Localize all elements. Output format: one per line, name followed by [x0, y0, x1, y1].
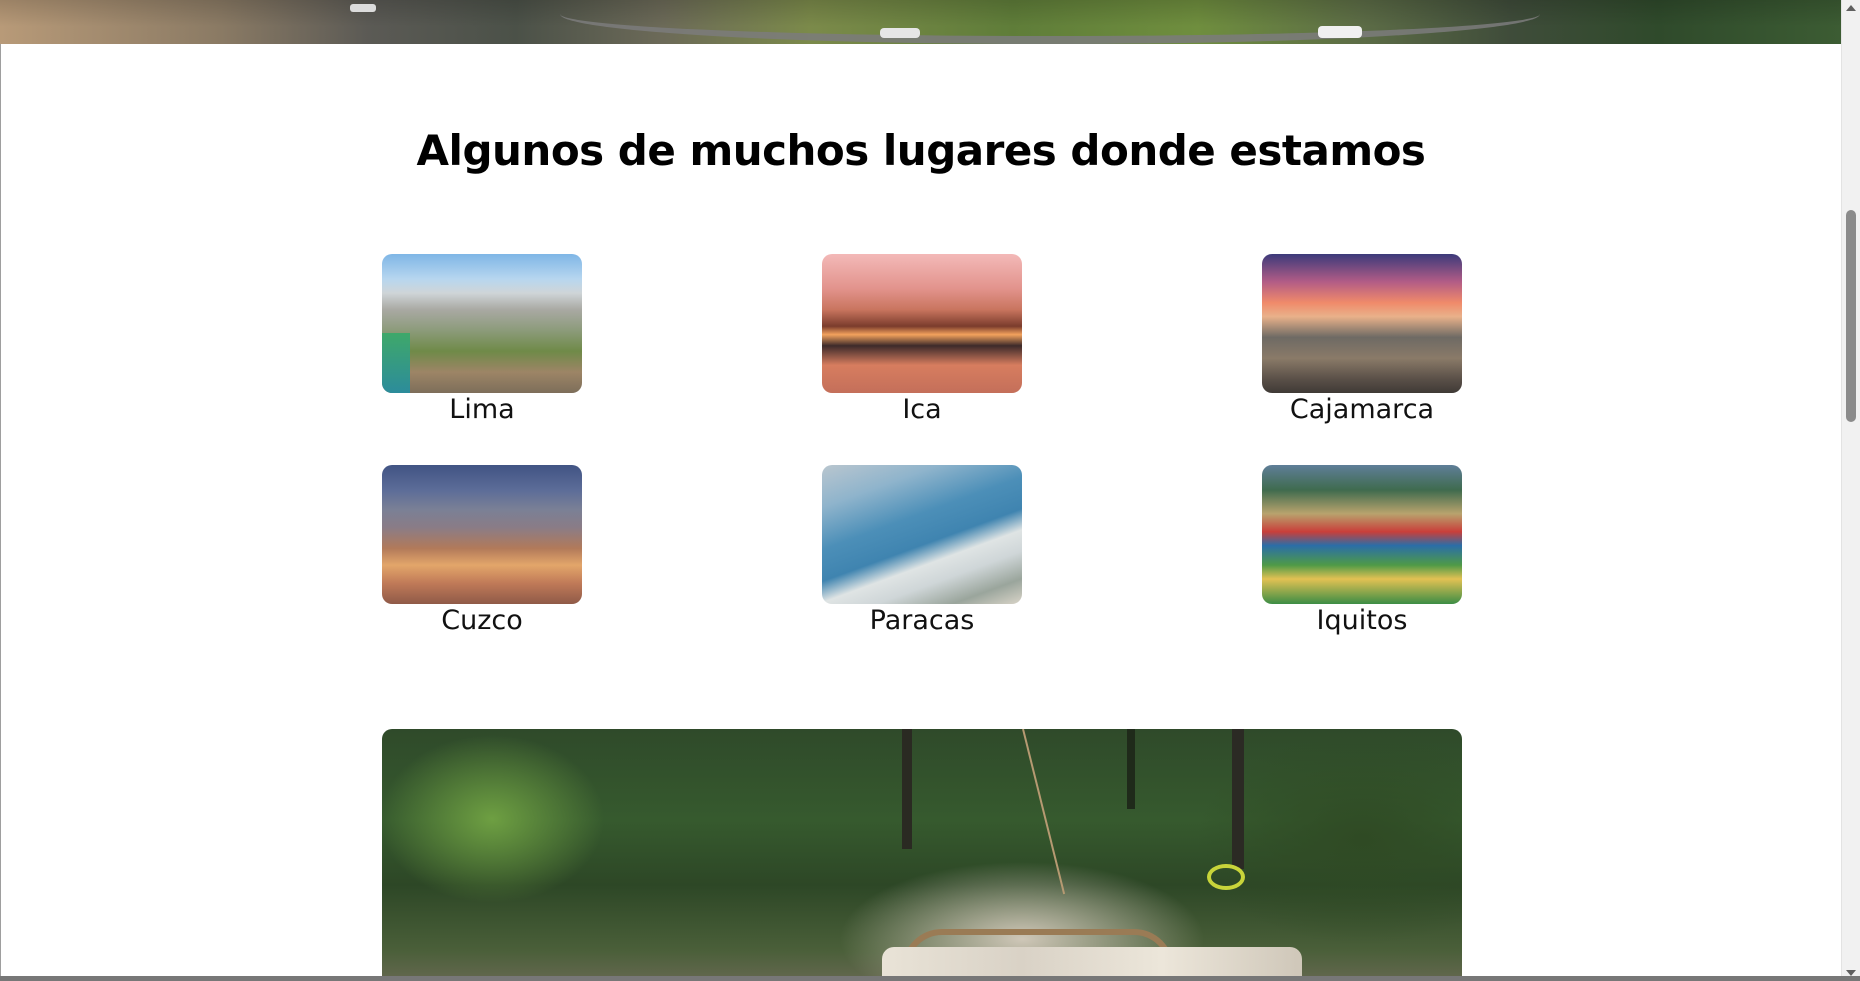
place-card-cajamarca[interactable]: Cajamarca	[1262, 254, 1462, 427]
place-card-lima[interactable]: Lima	[382, 254, 582, 427]
place-label: Cuzco	[441, 605, 523, 636]
section-title: Algunos de muchos lugares donde estamos	[416, 126, 1426, 175]
swing-rope-graphic	[1022, 729, 1066, 895]
hero-car-graphic	[350, 4, 376, 12]
tree-trunk-graphic	[1127, 729, 1135, 809]
hero-car-graphic	[1318, 26, 1362, 38]
place-label: Ica	[902, 394, 942, 425]
window-bottom-edge	[0, 976, 1860, 981]
place-label: Cajamarca	[1289, 394, 1435, 425]
yellow-ring-graphic	[1207, 864, 1245, 890]
page-left-border	[0, 44, 1, 981]
place-card-cuzco[interactable]: Cuzco	[382, 465, 582, 638]
scroll-thumb[interactable]	[1846, 210, 1856, 422]
garden-banner-image	[382, 729, 1462, 981]
page-viewport: Algunos de muchos lugares donde estamos …	[0, 0, 1860, 981]
places-grid: Lima Ica Cajamarca Cuzco Paracas Iquitos	[382, 254, 1462, 638]
cuzco-photo[interactable]	[382, 465, 582, 604]
place-card-iquitos[interactable]: Iquitos	[1262, 465, 1462, 638]
place-card-ica[interactable]: Ica	[822, 254, 1022, 427]
place-label: Paracas	[869, 605, 975, 636]
cajamarca-photo[interactable]	[1262, 254, 1462, 393]
place-label: Iquitos	[1316, 605, 1408, 636]
paracas-photo[interactable]	[822, 465, 1022, 604]
hero-car-graphic	[880, 28, 920, 38]
iquitos-photo[interactable]	[1262, 465, 1462, 604]
ica-photo[interactable]	[822, 254, 1022, 393]
hero-road-graphic	[560, 6, 1540, 44]
hero-image-strip	[0, 0, 1842, 44]
tree-trunk-graphic	[1232, 729, 1244, 869]
place-card-paracas[interactable]: Paracas	[822, 465, 1022, 638]
vertical-scrollbar[interactable]	[1841, 0, 1860, 981]
lima-photo[interactable]	[382, 254, 582, 393]
scroll-up-arrow-icon[interactable]	[1846, 5, 1856, 11]
place-label: Lima	[449, 394, 515, 425]
tree-trunk-graphic	[902, 729, 912, 849]
